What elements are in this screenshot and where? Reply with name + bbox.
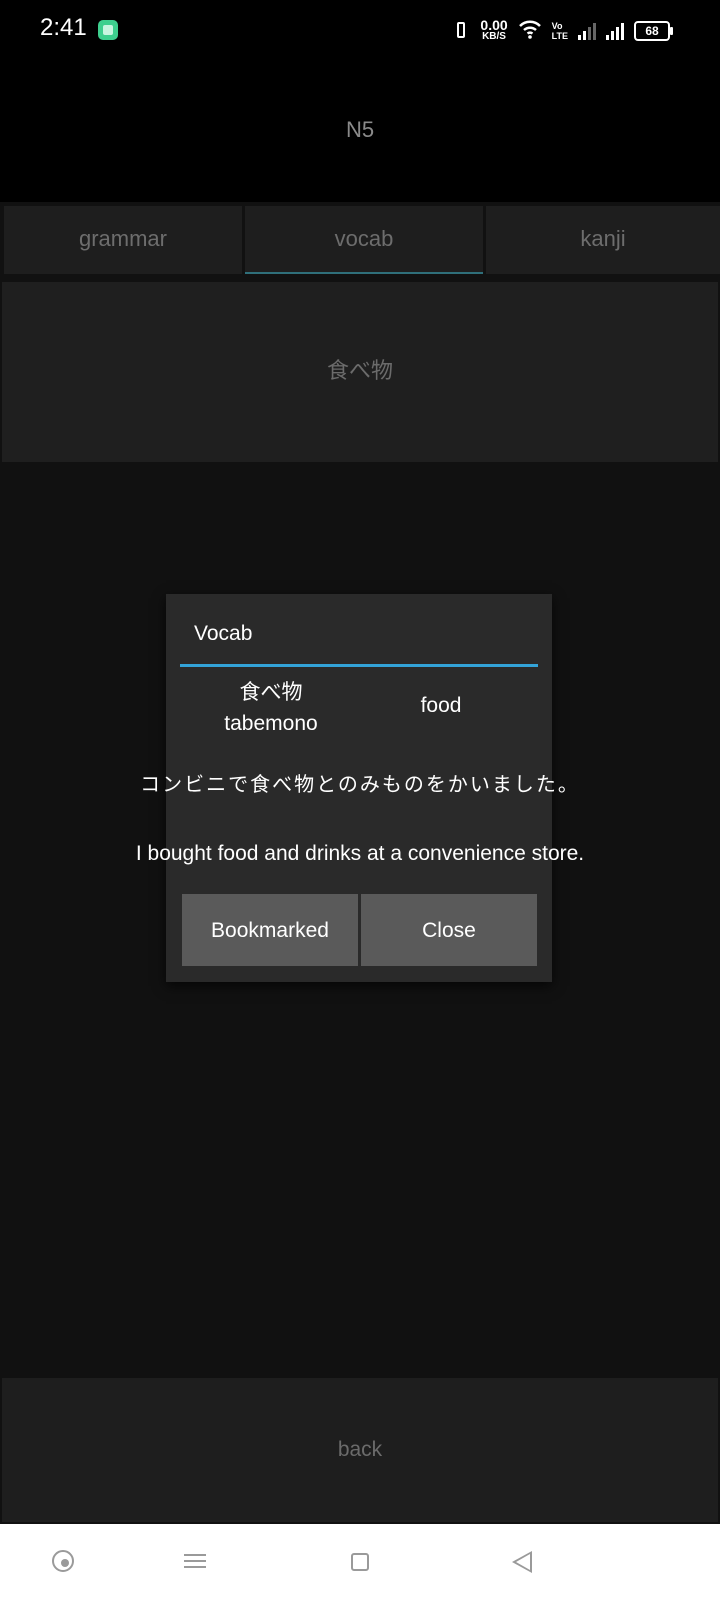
example-sentence-japanese: コンビニで食べ物とのみものをかいました。 xyxy=(140,772,580,796)
network-speed-value: 0.00 xyxy=(480,17,508,33)
signal-icon xyxy=(578,22,596,40)
word-kanji: 食べ物 xyxy=(239,680,303,704)
dialog-divider xyxy=(180,664,538,667)
bookmark-button[interactable]: Bookmarked xyxy=(182,894,358,966)
app-header: N5 xyxy=(0,62,720,202)
screen: 2:41 0.00 KB/S Vo LTE 68 N5 grammar voca… xyxy=(0,0,720,1600)
vibrate-icon xyxy=(452,20,470,42)
volte-top-label: Vo xyxy=(551,21,563,31)
battery-icon: 68 xyxy=(634,21,673,41)
back-nav-icon[interactable] xyxy=(512,1551,532,1573)
page-title: N5 xyxy=(345,117,375,142)
tab-bar: grammar vocab kanji xyxy=(0,206,720,274)
system-nav-bar xyxy=(0,1524,720,1600)
volte-bottom-label: LTE xyxy=(551,31,568,41)
example-sentence-english: I bought food and drinks at a convenienc… xyxy=(135,842,585,865)
tab-kanji[interactable]: kanji xyxy=(486,206,720,274)
app-notification-icon xyxy=(98,20,118,40)
volte-icon: Vo LTE xyxy=(552,21,568,41)
status-icons: 0.00 KB/S Vo LTE 68 xyxy=(452,16,673,46)
category-item[interactable]: 食べ物 xyxy=(2,282,718,462)
menu-icon[interactable] xyxy=(184,1550,208,1574)
home-icon[interactable] xyxy=(351,1553,369,1571)
network-speed-unit: KB/S xyxy=(482,31,506,42)
status-time: 2:41 xyxy=(40,14,87,41)
wifi-icon xyxy=(518,19,542,43)
close-button[interactable]: Close xyxy=(361,894,537,966)
word-romaji: tabemono xyxy=(224,712,318,735)
signal-icon xyxy=(606,22,624,40)
assistant-icon[interactable] xyxy=(52,1550,74,1572)
dialog-title: Vocab xyxy=(194,622,253,645)
tab-grammar[interactable]: grammar xyxy=(4,206,242,274)
tab-vocab[interactable]: vocab xyxy=(245,206,483,274)
back-button[interactable]: back xyxy=(2,1378,718,1522)
status-bar: 2:41 0.00 KB/S Vo LTE 68 xyxy=(0,0,720,62)
network-speed: 0.00 KB/S xyxy=(480,17,508,42)
word-meaning: food xyxy=(420,694,462,717)
